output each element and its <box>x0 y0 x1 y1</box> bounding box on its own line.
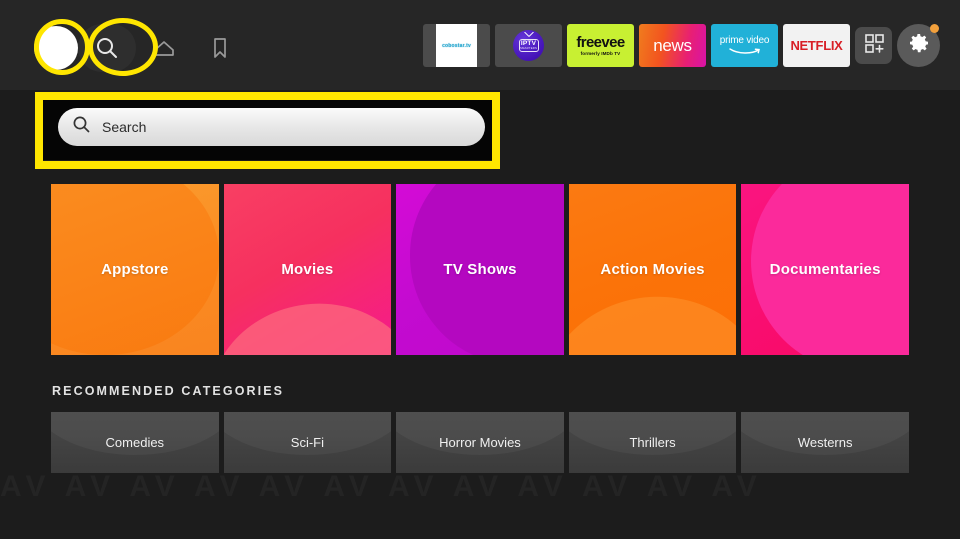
home-icon <box>151 36 177 60</box>
freevee-label: freevee <box>576 34 625 51</box>
category-tile-label: Appstore <box>101 261 169 278</box>
recommended-tile-sci-fi[interactable]: Sci-Fi <box>223 412 392 473</box>
category-tile-movies[interactable]: Movies <box>223 184 392 355</box>
recommended-tile-label: Sci-Fi <box>290 435 324 450</box>
recommended-tile-label: Comedies <box>105 435 165 450</box>
app-tile-prime-video[interactable]: prime video <box>711 24 778 67</box>
nav-home-button[interactable] <box>136 24 192 72</box>
notification-dot <box>930 24 939 33</box>
app-tile-iptv-smarters[interactable]: IPTV SMARTERS <box>495 24 562 67</box>
netflix-label: NETFLIX <box>790 38 843 53</box>
app-shortcuts-row: cobostar.tv IPTV SMARTERS freevee former… <box>423 24 940 67</box>
category-tile-label: TV Shows <box>443 261 517 278</box>
cobostar-label: cobostar.tv <box>442 42 471 49</box>
nav-left-group <box>30 20 248 76</box>
recommended-tile-label: Horror Movies <box>439 435 521 450</box>
apps-grid-icon <box>863 32 885 59</box>
gear-icon <box>907 31 931 60</box>
prime-video-label: prime video <box>719 35 770 46</box>
top-navigation-bar: cobostar.tv IPTV SMARTERS freevee former… <box>0 0 960 90</box>
amazon-smile-icon <box>728 48 760 54</box>
freevee-sublabel: formerly IMDb TV <box>580 51 621 56</box>
category-tile-label: Movies <box>281 261 334 278</box>
iptv-tv-shape: IPTV SMARTERS <box>518 39 539 52</box>
search-zone: Search <box>0 90 960 176</box>
category-tile-tv-shows[interactable]: TV Shows <box>396 184 564 355</box>
recommended-tile-horror-movies[interactable]: Horror Movies <box>396 412 564 473</box>
settings-button[interactable] <box>897 24 940 67</box>
category-tile-documentaries[interactable]: Documentaries <box>741 184 909 355</box>
tile-blob-shape <box>568 285 737 355</box>
recommended-tile-comedies[interactable]: Comedies <box>51 412 219 473</box>
bookmark-icon <box>209 35 231 61</box>
profile-avatar[interactable] <box>34 26 78 70</box>
category-tile-label: Action Movies <box>600 261 705 278</box>
search-icon <box>72 115 91 139</box>
category-tile-label: Documentaries <box>769 261 881 278</box>
recommended-categories-heading: RECOMMENDED CATEGORIES <box>52 384 285 398</box>
nav-bookmark-button[interactable] <box>192 24 248 72</box>
nav-search-icon-button[interactable] <box>78 24 136 72</box>
category-tile-action-movies[interactable]: Action Movies <box>568 184 737 355</box>
tile-blob-shape <box>223 291 392 355</box>
news-label: news <box>653 35 692 55</box>
recommended-tile-westerns[interactable]: Westerns <box>741 412 909 473</box>
category-tiles-row: Appstore Movies TV Shows Action Movies D… <box>51 184 909 355</box>
app-tile-news[interactable]: news <box>639 24 706 67</box>
iptv-sublabel: SMARTERS <box>519 46 538 51</box>
search-input[interactable]: Search <box>58 108 485 146</box>
recommended-tile-label: Westerns <box>797 435 853 450</box>
background-watermark: AV AV AV AV AV AV AV AV AV AV AV AV <box>0 470 763 503</box>
search-placeholder: Search <box>102 119 147 135</box>
cobostar-logo: cobostar.tv <box>436 24 477 67</box>
app-tile-netflix[interactable]: NETFLIX <box>783 24 850 67</box>
app-tile-freevee[interactable]: freevee formerly IMDb TV <box>567 24 634 67</box>
recommended-categories-row: Comedies Sci-Fi Horror Movies Thrillers … <box>51 412 909 473</box>
search-icon <box>94 35 120 61</box>
app-tile-cobostar-tv[interactable]: cobostar.tv <box>423 24 490 67</box>
category-tile-appstore[interactable]: Appstore <box>51 184 219 355</box>
recommended-tile-label: Thrillers <box>629 435 676 450</box>
iptv-antenna-icon <box>523 32 534 37</box>
recommended-tile-thrillers[interactable]: Thrillers <box>568 412 737 473</box>
apps-grid-button[interactable] <box>855 27 892 64</box>
fire-tv-home-screen: AV AV AV AV AV AV AV AV AV AV AV AV cobo… <box>0 0 960 539</box>
iptv-smarters-logo: IPTV SMARTERS <box>513 30 544 61</box>
